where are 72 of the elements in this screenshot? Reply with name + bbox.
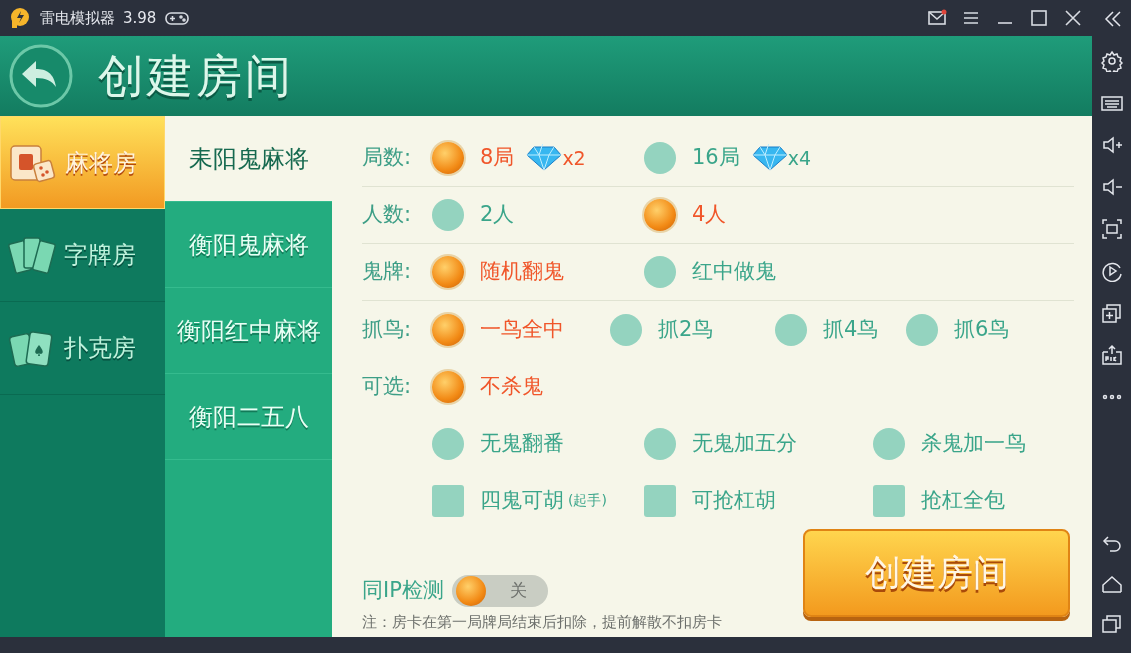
- option-label: 局数:: [362, 144, 413, 172]
- logo-icon: [8, 6, 32, 30]
- record-icon[interactable]: [1100, 260, 1123, 282]
- radio-button[interactable]: [644, 256, 676, 288]
- checkbox[interactable]: [644, 484, 676, 517]
- category-tab[interactable]: 扑克房: [0, 302, 165, 395]
- option-label: 抓鸟:: [362, 315, 413, 343]
- option-text: 无鬼翻番: [480, 429, 564, 457]
- radio-button[interactable]: [432, 256, 464, 288]
- radio-button[interactable]: [644, 199, 676, 231]
- option-text: 无鬼加五分: [692, 429, 797, 457]
- cost-text: x4: [787, 145, 812, 171]
- radio-button[interactable]: [432, 427, 464, 460]
- cards-icon: [8, 234, 56, 276]
- toggle-switch[interactable]: 关: [451, 574, 548, 607]
- category-tab[interactable]: 字牌房: [0, 209, 165, 302]
- option-text: 4人: [692, 201, 727, 229]
- gamepad-icon[interactable]: [164, 9, 191, 27]
- option-text: 抓6鸟: [954, 315, 1010, 343]
- game-tab[interactable]: 耒阳鬼麻将: [165, 116, 332, 202]
- option-label: 鬼牌:: [362, 258, 413, 286]
- option-text: 红中做鬼: [692, 258, 776, 286]
- option-label: 人数:: [362, 201, 413, 229]
- checkbox[interactable]: [873, 484, 905, 517]
- apk-install-icon[interactable]: [1100, 344, 1123, 366]
- maximize-icon[interactable]: [1028, 7, 1050, 29]
- option-text: 杀鬼加一鸟: [921, 429, 1026, 457]
- screen-capture-icon[interactable]: [1100, 218, 1123, 240]
- radio-button[interactable]: [432, 313, 464, 346]
- radio-button[interactable]: [432, 199, 464, 231]
- option-text: 8局: [480, 144, 515, 172]
- settings-icon[interactable]: [1100, 50, 1123, 72]
- category-label: 麻将房: [65, 147, 137, 179]
- option-text: 16局: [692, 144, 740, 172]
- option-text: 2人: [480, 201, 515, 229]
- category-tab[interactable]: 麻将房: [0, 116, 165, 209]
- option-text: 抓4鸟: [823, 315, 879, 343]
- note-text: 注：房卡在第一局牌局结束后扣除，提前解散不扣房卡: [362, 611, 722, 633]
- radio-button[interactable]: [775, 313, 807, 346]
- option-text: 抓2鸟: [658, 315, 714, 343]
- category-label: 扑克房: [64, 333, 136, 364]
- volume-down-icon[interactable]: [1100, 176, 1123, 198]
- option-text: 不杀鬼: [480, 372, 543, 400]
- back-button[interactable]: [8, 43, 74, 109]
- add-window-icon[interactable]: [1100, 302, 1123, 324]
- option-note: (起手): [568, 491, 607, 510]
- version-label: 3.98: [123, 7, 157, 29]
- category-label: 字牌房: [64, 240, 136, 271]
- volume-up-icon[interactable]: [1100, 134, 1123, 156]
- option-label: 可选:: [362, 372, 413, 400]
- radio-button[interactable]: [644, 427, 676, 460]
- cost-text: x2: [562, 145, 586, 171]
- option-text: 随机翻鬼: [480, 258, 564, 286]
- ip-check-label: 同IP检测: [362, 576, 444, 604]
- checkbox[interactable]: [432, 484, 464, 517]
- option-text: 四鬼可胡: [480, 486, 564, 514]
- option-text: 抢杠全包: [921, 486, 1005, 514]
- diamond-icon: [751, 144, 788, 172]
- radio-button[interactable]: [432, 370, 464, 403]
- option-text: 一鸟全中: [480, 315, 564, 343]
- recent-apps-icon[interactable]: [1100, 613, 1123, 635]
- radio-button[interactable]: [610, 313, 642, 346]
- screen-title: 创建房间: [98, 47, 294, 105]
- radio-button[interactable]: [873, 427, 905, 460]
- home-icon[interactable]: [1100, 573, 1123, 595]
- diamond-icon: [526, 144, 563, 172]
- radio-button[interactable]: [644, 142, 676, 174]
- back-icon[interactable]: [1100, 533, 1123, 555]
- option-text: 可抢杠胡: [692, 486, 776, 514]
- radio-button[interactable]: [432, 142, 464, 174]
- window-title: 雷电模拟器: [40, 7, 115, 29]
- radio-button[interactable]: [906, 313, 938, 346]
